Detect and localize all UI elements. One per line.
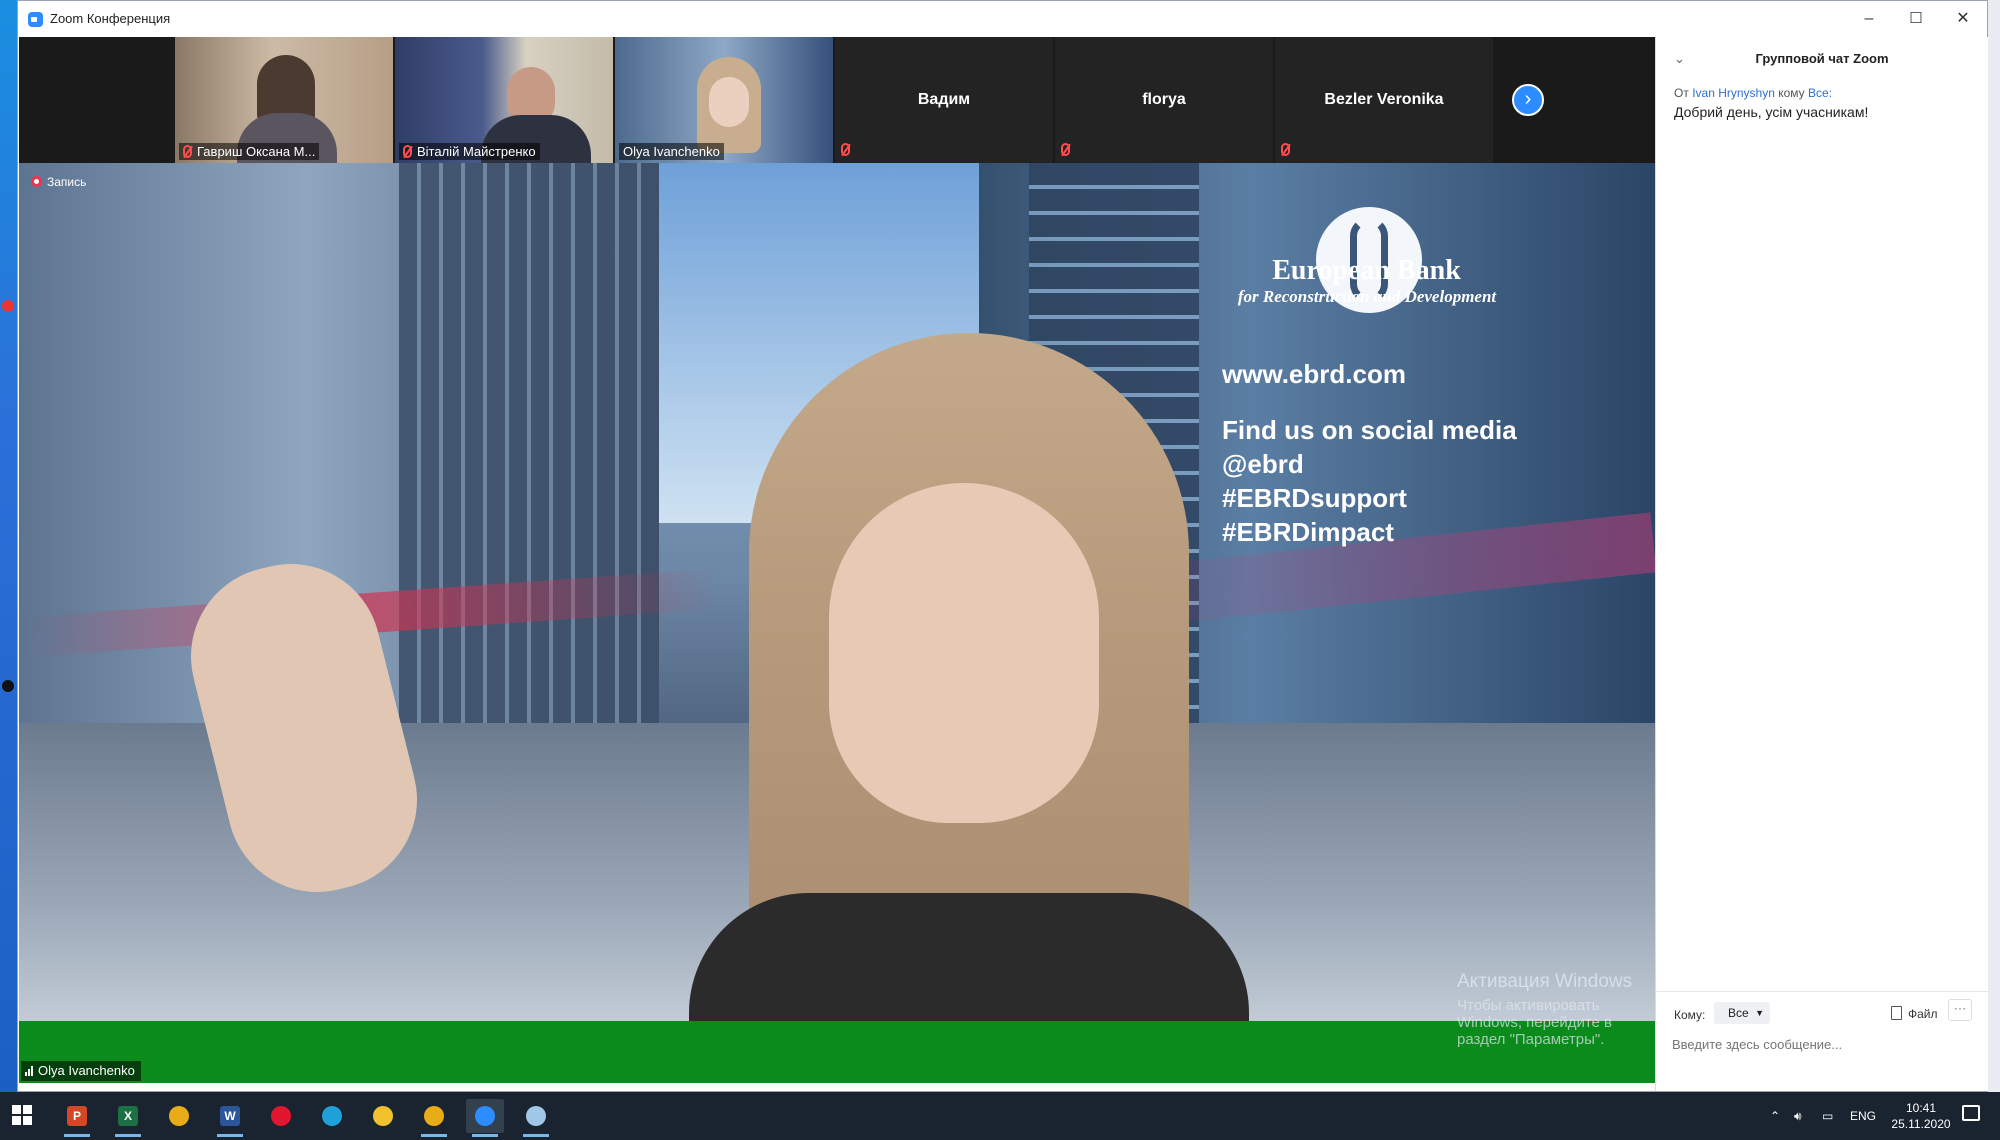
video-bottom-band — [19, 1021, 1655, 1083]
zoom-app-icon — [28, 12, 43, 27]
chrome-icon — [169, 1106, 189, 1126]
paint-icon — [526, 1106, 546, 1126]
background-social-line: Find us on social media — [1222, 415, 1517, 445]
divider — [1656, 991, 1988, 992]
record-icon — [31, 176, 42, 187]
background-social-text: Find us on social media @ebrd #EBRDsuppo… — [1222, 413, 1517, 549]
background-bank-subtitle: for Reconstruction and Development — [1237, 287, 1497, 306]
participant-name: Olya Ivanchenko — [619, 143, 724, 160]
participant-name: Гавриш Оксана М... — [179, 143, 320, 160]
powerpoint-icon: P — [67, 1106, 87, 1126]
file-icon — [1891, 1006, 1902, 1020]
participant-video — [709, 77, 749, 127]
title-bar[interactable]: Zoom Конференция – ☐ ✕ — [18, 1, 1987, 37]
zoom-window: Zoom Конференция – ☐ ✕ Гавриш Оксана М..… — [17, 0, 1988, 1092]
participant-tile-active[interactable]: Olya Ivanchenko — [615, 37, 833, 163]
chat-message-input[interactable] — [1672, 1033, 1972, 1055]
windows-activation-text: Чтобы активировать Windows, перейдите в … — [1457, 997, 1613, 1048]
recipient-select[interactable]: Все ▼ — [1714, 1002, 1770, 1024]
windows-start-icon[interactable] — [12, 1105, 32, 1125]
taskbar-app-chrome-icon[interactable] — [160, 1099, 198, 1133]
participant-tile[interactable]: Вадим — [835, 37, 1053, 163]
background-bank-name: European Bank — [1272, 255, 1461, 286]
message-sender[interactable]: Ivan Hrynyshyn — [1692, 86, 1775, 100]
taskbar-app-chrome-icon[interactable] — [415, 1099, 453, 1137]
taskbar-app-file-explorer-icon[interactable] — [364, 1099, 402, 1133]
recording-indicator[interactable]: Запись — [31, 175, 86, 189]
taskbar-app-opera-icon[interactable] — [262, 1099, 300, 1133]
participant-tile[interactable]: Гавриш Оксана М... — [175, 37, 393, 163]
maximize-button[interactable]: ☐ — [1893, 5, 1939, 33]
chevron-up-icon[interactable]: ⌃ — [1770, 1092, 1780, 1140]
chat-message-text: Добрий день, усім учасникам! — [1674, 104, 1869, 120]
windows-taskbar: P X W ⌃ 🔊︎ ▭ ENG 10:41 25.11.2020 — [0, 1092, 2000, 1140]
mic-muted-icon — [1281, 141, 1295, 159]
taskbar-app-powerpoint-icon[interactable]: P — [58, 1099, 96, 1137]
speaker-figure — [829, 483, 1099, 823]
excel-icon: X — [118, 1106, 138, 1126]
participant-name: florya — [1142, 91, 1186, 108]
mic-muted-icon — [841, 141, 855, 159]
taskbar-app-edge-icon[interactable] — [313, 1099, 351, 1133]
background-website: www.ebrd.com — [1222, 359, 1406, 389]
mic-muted-icon — [403, 145, 412, 158]
participant-name: Вадим — [917, 91, 971, 108]
file-button[interactable]: Файл — [1891, 1006, 1938, 1021]
participant-tile[interactable]: florya — [1055, 37, 1273, 163]
notification-center-icon[interactable] — [1962, 1105, 1980, 1121]
desktop-shortcut-icon[interactable] — [2, 680, 14, 692]
taskbar-app-zoom-icon[interactable] — [466, 1099, 504, 1137]
chevron-down-icon: ▼ — [1755, 1008, 1764, 1018]
mic-muted-icon — [183, 145, 192, 158]
recipient-label: Кому: — [1674, 1008, 1706, 1022]
word-icon: W — [220, 1106, 240, 1126]
desktop-shortcut-icon[interactable] — [2, 300, 14, 312]
participant-tile[interactable]: Віталій Майстренко — [395, 37, 613, 163]
taskbar-app-excel-icon[interactable]: X — [109, 1099, 147, 1137]
recording-label: Запись — [47, 175, 87, 189]
network-icon[interactable]: ▭ — [1822, 1092, 1833, 1140]
opera-icon — [271, 1106, 291, 1126]
volume-icon[interactable]: 🔊︎ — [1794, 1092, 1802, 1140]
message-recipient: Все: — [1808, 86, 1833, 100]
close-button[interactable]: ✕ — [1940, 5, 1986, 33]
desktop-background-left — [0, 0, 17, 1092]
background-social-line: #EBRDsupport — [1222, 483, 1407, 513]
language-indicator[interactable]: ENG — [1850, 1092, 1876, 1140]
file-explorer-icon — [373, 1106, 393, 1126]
background-social-line: @ebrd — [1222, 449, 1304, 479]
taskbar-app-paint-icon[interactable] — [517, 1099, 555, 1137]
clock-time: 10:41 — [1905, 1101, 1937, 1115]
background-social-line: #EBRDimpact — [1222, 517, 1394, 547]
system-clock[interactable]: 10:41 25.11.2020 — [1886, 1100, 1956, 1132]
next-page-button[interactable]: › — [1512, 84, 1544, 116]
speaker-name-tag: Olya Ivanchenko — [21, 1061, 141, 1081]
minimize-button[interactable]: – — [1846, 5, 1892, 33]
participant-tile[interactable]: Bezler Veronika — [1275, 37, 1493, 163]
edge-icon — [322, 1106, 342, 1126]
windows-activation-title: Активация Windows — [1457, 971, 1633, 992]
clock-date: 25.11.2020 — [1891, 1117, 1951, 1131]
taskbar-app-word-icon[interactable]: W — [211, 1099, 249, 1137]
speaker-figure — [689, 333, 1249, 1083]
participant-name: Віталій Майстренко — [399, 143, 540, 160]
mic-muted-icon — [1061, 141, 1075, 159]
active-speaker-video: European Bank for Reconstruction and Dev… — [19, 163, 1655, 1083]
more-options-button[interactable]: ··· — [1948, 999, 1972, 1021]
chat-panel: ⌄ Групповой чат Zoom От Ivan Hrynyshyn к… — [1655, 37, 1988, 1091]
window-title: Zoom Конференция — [50, 11, 171, 26]
participant-name: Bezler Veronika — [1324, 91, 1444, 108]
zoom-icon — [475, 1106, 495, 1126]
chrome-icon — [424, 1106, 444, 1126]
signal-strength-icon — [25, 1063, 38, 1078]
video-background-building — [399, 163, 659, 803]
desktop-background-right — [1987, 0, 2000, 1092]
chat-message-header: От Ivan Hrynyshyn кому Все: — [1674, 86, 1833, 100]
participant-gallery: Гавриш Оксана М... Віталій Майстренко Ol… — [19, 37, 1655, 163]
chat-title: Групповой чат Zoom — [1755, 51, 1889, 66]
